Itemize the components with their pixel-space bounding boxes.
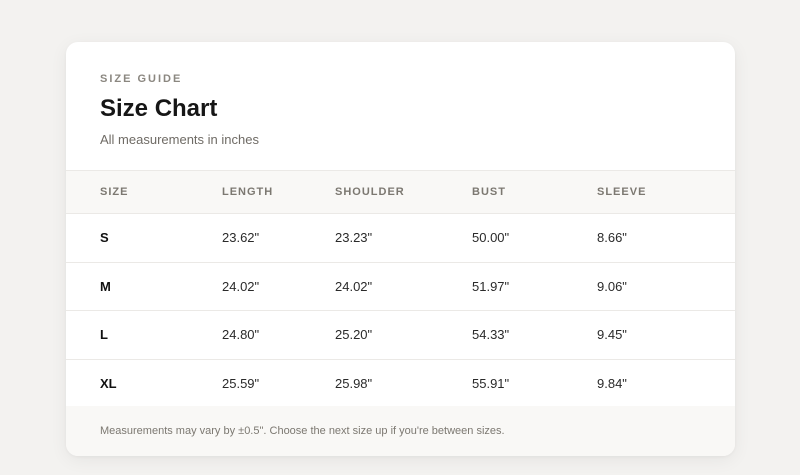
- units-subtitle: All measurements in inches: [100, 132, 259, 147]
- page-title: Size Chart: [100, 95, 218, 122]
- fit-note: Measurements may vary by ±0.5". Choose t…: [100, 425, 505, 437]
- shoulder-cell: 25.98": [335, 359, 472, 408]
- length-cell: 23.62": [222, 213, 335, 263]
- sleeve-cell: 9.45": [597, 310, 735, 360]
- shoulder-cell: 23.23": [335, 213, 472, 263]
- column-header-bust: BUST: [472, 170, 597, 214]
- card-header: SIZE GUIDE Size Chart All measurements i…: [66, 42, 735, 170]
- shoulder-cell: 25.20": [335, 310, 472, 360]
- length-cell: 24.80": [222, 310, 335, 360]
- length-cell: 25.59": [222, 359, 335, 408]
- size-cell: L: [66, 310, 222, 360]
- table-row: XL 25.59" 25.98" 55.91" 9.84": [66, 359, 735, 408]
- card-footer: Measurements may vary by ±0.5". Choose t…: [66, 406, 735, 456]
- length-cell: 24.02": [222, 262, 335, 311]
- size-table: SIZE LENGTH SHOULDER BUST SLEEVE S 23.62…: [66, 170, 735, 408]
- bust-cell: 50.00": [472, 213, 597, 263]
- sleeve-cell: 9.84": [597, 359, 735, 408]
- table-row: M 24.02" 24.02" 51.97" 9.06": [66, 262, 735, 311]
- column-header-shoulder: SHOULDER: [335, 170, 472, 214]
- sleeve-cell: 8.66": [597, 213, 735, 263]
- table-row: L 24.80" 25.20" 54.33" 9.45": [66, 310, 735, 360]
- sleeve-cell: 9.06": [597, 262, 735, 311]
- size-cell: M: [66, 262, 222, 311]
- size-guide-card: SIZE GUIDE Size Chart All measurements i…: [66, 42, 735, 456]
- bust-cell: 51.97": [472, 262, 597, 311]
- table-header: SIZE LENGTH SHOULDER BUST SLEEVE: [66, 170, 735, 214]
- column-header-sleeve: SLEEVE: [597, 170, 735, 214]
- column-header-size: SIZE: [66, 170, 222, 214]
- bust-cell: 55.91": [472, 359, 597, 408]
- table-row: S 23.62" 23.23" 50.00" 8.66": [66, 213, 735, 263]
- column-header-length: LENGTH: [222, 170, 335, 214]
- table-body: S 23.62" 23.23" 50.00" 8.66" M 24.02" 24…: [66, 213, 735, 408]
- bust-cell: 54.33": [472, 310, 597, 360]
- size-cell: XL: [66, 359, 222, 408]
- size-cell: S: [66, 213, 222, 263]
- shoulder-cell: 24.02": [335, 262, 472, 311]
- header-row: SIZE LENGTH SHOULDER BUST SLEEVE: [66, 170, 735, 214]
- eyebrow-label: SIZE GUIDE: [100, 73, 183, 85]
